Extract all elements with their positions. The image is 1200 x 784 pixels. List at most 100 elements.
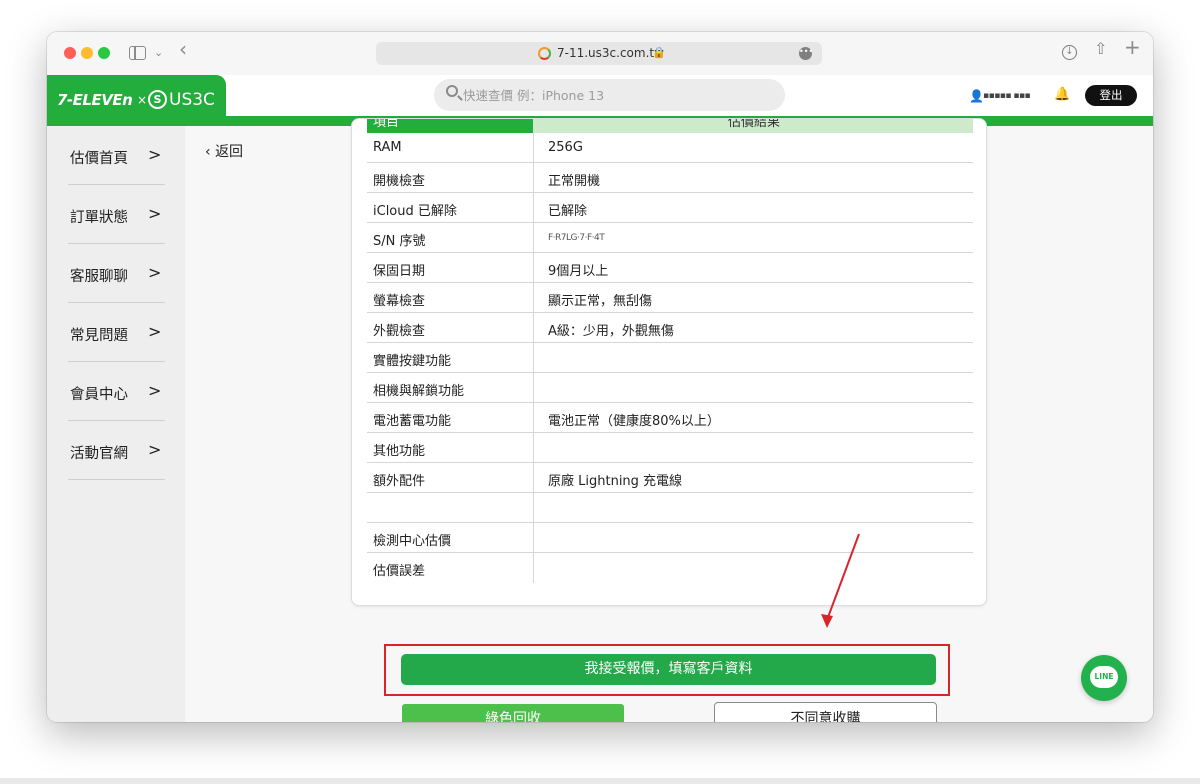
sidebar-toggle-icon[interactable] xyxy=(129,46,146,60)
chevron-right-icon: > xyxy=(148,204,162,223)
table-row: 螢幕檢查 顯示正常，無刮傷 xyxy=(367,283,973,313)
sidebar-item-faq[interactable]: 常見問題 > xyxy=(68,303,165,362)
green-recycle-button[interactable]: 綠色回收 xyxy=(402,704,624,722)
row-value: 原廠 Lightning 充電線 xyxy=(548,474,683,489)
back-icon[interactable]: ‹ xyxy=(179,39,187,59)
us3c-logo-text: US3C xyxy=(169,90,215,110)
search-box[interactable] xyxy=(434,79,785,111)
chevron-right-icon: > xyxy=(148,440,162,459)
row-label: 開機檢查 xyxy=(373,174,426,189)
table-row: 檢測中心估價 xyxy=(367,523,973,553)
browser-window: ⌄ ‹ 7-11.us3c.com.tw 🔒 ••• ↓ ⇧ + 7-ELEVE… xyxy=(47,32,1153,722)
more-options-icon[interactable]: ••• xyxy=(799,47,813,60)
annotation-arrow-icon xyxy=(821,533,860,628)
row-label: RAM xyxy=(373,140,402,155)
row-value: 9個月以上 xyxy=(548,264,609,279)
back-link[interactable]: ‹ 返回 xyxy=(205,141,243,161)
row-label: 檢測中心估價 xyxy=(373,534,452,549)
sidebar-item-label: 估價首頁 xyxy=(70,151,128,167)
table-row: 相機與解鎖功能 xyxy=(367,373,973,403)
sidebar-item-customer-chat[interactable]: 客服聊聊 > xyxy=(68,244,165,303)
sidebar-item-label: 活動官網 xyxy=(70,446,128,462)
row-value-serial-redacted: F·R7LG·7·F·4T xyxy=(548,233,605,243)
sidebar-item-campaign-site[interactable]: 活動官網 > xyxy=(68,421,165,480)
row-value: 已解除 xyxy=(548,204,588,219)
site-logo[interactable]: 7-ELEVEn × S US3C xyxy=(47,75,226,126)
table-row: 電池蓄電功能 電池正常（健康度80%以上） xyxy=(367,403,973,433)
decline-purchase-button[interactable]: 不同意收購 xyxy=(714,702,937,722)
table-row: 保固日期 9個月以上 xyxy=(367,253,973,283)
sidebar-item-order-status[interactable]: 訂單狀態 > xyxy=(68,185,165,244)
sidebar-item-label: 訂單狀態 xyxy=(70,210,128,226)
back-label: 返回 xyxy=(215,144,244,160)
sidebar-item-member-center[interactable]: 會員中心 > xyxy=(68,362,165,421)
sidebar-item-label: 客服聊聊 xyxy=(70,269,128,285)
row-label: 額外配件 xyxy=(373,474,426,489)
table-header-result-cell: 估價結果 xyxy=(533,119,973,133)
table-header: 項目 估價結果 xyxy=(367,119,973,133)
row-label: 電池蓄電功能 xyxy=(373,414,452,429)
table-header-item-cell: 項目 xyxy=(367,119,533,133)
user-icon[interactable]: 👤 xyxy=(969,89,984,103)
line-chat-button[interactable]: LINE xyxy=(1081,655,1127,701)
table-row: RAM 256G xyxy=(367,133,973,163)
chevron-right-icon: > xyxy=(148,263,162,282)
table-row xyxy=(367,493,973,523)
row-value: 電池正常（健康度80%以上） xyxy=(548,414,720,429)
table-header-item: 項目 xyxy=(373,118,400,130)
address-bar[interactable]: 7-11.us3c.com.tw 🔒 ••• xyxy=(376,42,822,65)
row-label: 外觀檢查 xyxy=(373,324,426,339)
table-row: 實體按鍵功能 xyxy=(367,343,973,373)
sidebar-item-label: 常見問題 xyxy=(70,328,128,344)
bottom-edge xyxy=(0,778,1200,784)
row-label: iCloud 已解除 xyxy=(373,204,457,219)
table-row: 其他功能 xyxy=(367,433,973,463)
table-row: 估價誤差 xyxy=(367,553,973,583)
sidebar-item-label: 會員中心 xyxy=(70,387,128,403)
table-row: 外觀檢查 A級：少用，外觀無傷 xyxy=(367,313,973,343)
row-value: 256G xyxy=(548,140,583,155)
new-tab-icon[interactable]: + xyxy=(1124,37,1141,57)
bell-icon[interactable]: 🔔 xyxy=(1054,87,1070,102)
chevron-right-icon: > xyxy=(148,381,162,400)
chevron-right-icon: > xyxy=(148,145,162,164)
user-name-redacted: ▪▪▪▪▪ ▪▪▪ xyxy=(983,91,1031,101)
chevron-down-icon[interactable]: ⌄ xyxy=(154,46,163,60)
row-label: 螢幕檢查 xyxy=(373,294,426,309)
table-header-result: 估價結果 xyxy=(728,118,781,130)
row-label: 保固日期 xyxy=(373,264,426,279)
row-value: 正常開機 xyxy=(548,174,601,189)
table-row: S/N 序號 F·R7LG·7·F·4T xyxy=(367,223,973,253)
accept-quote-button[interactable]: 我接受報價，填寫客戶資料 xyxy=(401,654,936,685)
site-favicon-icon xyxy=(538,47,551,60)
chevron-right-icon: > xyxy=(148,322,162,341)
search-icon xyxy=(446,85,458,97)
share-icon[interactable]: ⇧ xyxy=(1094,41,1107,57)
search-input[interactable] xyxy=(463,79,763,111)
zoom-window-button[interactable] xyxy=(98,47,110,59)
logo-separator: × xyxy=(137,93,148,107)
row-value: A級：少用，外觀無傷 xyxy=(548,324,674,339)
table-row: 額外配件 原廠 Lightning 充電線 xyxy=(367,463,973,493)
main-content: ‹ 返回 項目 估價結果 RAM 256G 開機檢查 正常開機 iCloud 已解除… xyxy=(185,118,1153,722)
close-window-button[interactable] xyxy=(64,47,76,59)
browser-toolbar: ⌄ ‹ 7-11.us3c.com.tw 🔒 ••• ↓ ⇧ + xyxy=(47,32,1153,75)
sidebar-item-estimate-home[interactable]: 估價首頁 > xyxy=(68,126,165,185)
us3c-logo-icon: S xyxy=(148,90,167,109)
seven-eleven-logo-text: 7-ELEVEn xyxy=(57,91,133,109)
url-text: 7-11.us3c.com.tw xyxy=(557,46,664,60)
row-label: 其他功能 xyxy=(373,444,426,459)
table-row: iCloud 已解除 已解除 xyxy=(367,193,973,223)
line-icon: LINE xyxy=(1090,666,1118,688)
estimate-result-card: 項目 估價結果 RAM 256G 開機檢查 正常開機 iCloud 已解除 已解除 S… xyxy=(351,118,987,606)
row-label: 估價誤差 xyxy=(373,564,426,579)
row-label: S/N 序號 xyxy=(373,234,426,249)
chevron-left-icon: ‹ xyxy=(205,144,211,160)
row-label: 實體按鍵功能 xyxy=(373,354,452,369)
lock-icon: 🔒 xyxy=(652,46,666,59)
row-label: 相機與解鎖功能 xyxy=(373,384,465,399)
logout-button[interactable]: 登出 xyxy=(1085,85,1137,106)
sidebar: 估價首頁 > 訂單狀態 > 客服聊聊 > 常見問題 > 會員中心 > 活動官網 … xyxy=(47,126,185,722)
download-icon[interactable]: ↓ xyxy=(1062,45,1077,60)
minimize-window-button[interactable] xyxy=(81,47,93,59)
